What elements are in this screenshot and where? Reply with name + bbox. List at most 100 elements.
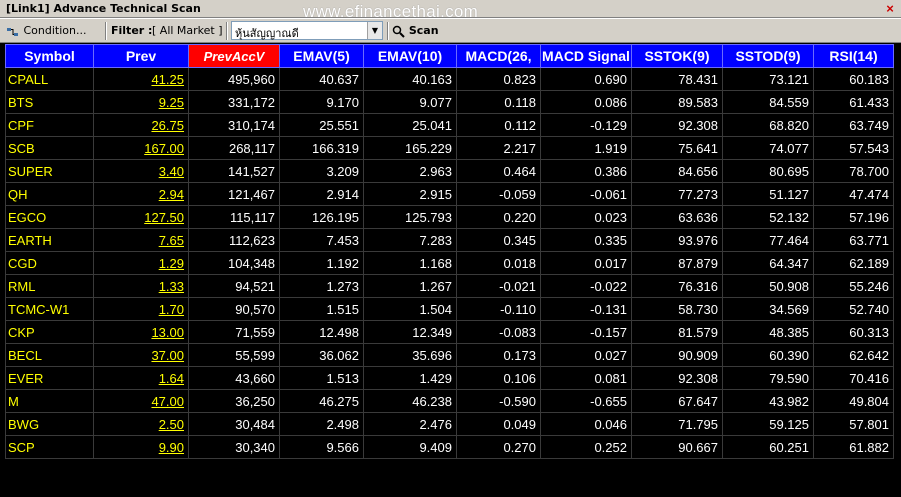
cell-prev[interactable]: 167.00: [93, 136, 189, 160]
cell-prev[interactable]: 9.25: [93, 90, 189, 114]
cell-sstok9: 90.909: [631, 343, 723, 367]
cell-emav5: 9.170: [279, 90, 364, 114]
col-macd[interactable]: MACD(26,: [456, 44, 541, 68]
cell-prev[interactable]: 127.50: [93, 205, 189, 229]
cell-rsi14: 57.196: [813, 205, 894, 229]
table-row[interactable]: CPF 26.75 310,174 25.551 25.041 0.112 -0.129 92…: [5, 113, 894, 137]
col-symbol[interactable]: Symbol: [5, 44, 94, 68]
cell-prev[interactable]: 26.75: [93, 113, 189, 137]
table-row[interactable]: EARTH 7.65 112,623 7.453 7.283 0.345 0.335 93.9…: [5, 228, 894, 252]
col-emav5[interactable]: EMAV(5): [279, 44, 364, 68]
cell-prev[interactable]: 2.50: [93, 412, 189, 436]
cell-symbol: M: [5, 389, 94, 413]
cell-macd-signal: -0.655: [540, 389, 632, 413]
cell-prev[interactable]: 13.00: [93, 320, 189, 344]
cell-emav5: 12.498: [279, 320, 364, 344]
cell-macd: -0.059: [456, 182, 541, 206]
cell-rsi14: 61.882: [813, 435, 894, 459]
scan-button[interactable]: Scan: [392, 21, 439, 41]
col-macd-signal[interactable]: MACD Signal: [540, 44, 632, 68]
cell-prev[interactable]: 41.25: [93, 67, 189, 91]
toolbar-separator: [105, 22, 107, 40]
cell-prev-acc-vol: 36,250: [188, 389, 280, 413]
scan-results-table: Symbol Prev PrevAccV EMAV(5) EMAV(10) MA…: [5, 44, 894, 459]
cell-prev[interactable]: 2.94: [93, 182, 189, 206]
cell-emav10: 2.476: [363, 412, 457, 436]
table-row[interactable]: CPALL 41.25 495,960 40.637 40.163 0.823 0.690 7…: [5, 67, 894, 91]
cell-emav5: 1.513: [279, 366, 364, 390]
cell-prev[interactable]: 3.40: [93, 159, 189, 183]
cell-symbol: CGD: [5, 251, 94, 275]
cell-macd-signal: 0.046: [540, 412, 632, 436]
cell-sstok9: 92.308: [631, 366, 723, 390]
cell-sstok9: 87.879: [631, 251, 723, 275]
table-row[interactable]: BECL 37.00 55,599 36.062 35.696 0.173 0.027 90.…: [5, 343, 894, 367]
cell-prev[interactable]: 47.00: [93, 389, 189, 413]
col-rsi14[interactable]: RSI(14): [813, 44, 894, 68]
col-prev[interactable]: Prev: [93, 44, 189, 68]
table-row[interactable]: M 47.00 36,250 46.275 46.238 -0.590 -0.655 67.6…: [5, 389, 894, 413]
col-prev-acc-vol[interactable]: PrevAccV: [188, 44, 280, 68]
cell-emav5: 3.209: [279, 159, 364, 183]
table-row[interactable]: TCMC-W1 1.70 90,570 1.515 1.504 -0.110 -0.131 5…: [5, 297, 894, 321]
condition-button[interactable]: Condition...: [6, 21, 86, 41]
cell-prev[interactable]: 9.90: [93, 435, 189, 459]
cell-prev-acc-vol: 30,484: [188, 412, 280, 436]
cell-sstok9: 76.316: [631, 274, 723, 298]
table-row[interactable]: CGD 1.29 104,348 1.192 1.168 0.018 0.017 87.879…: [5, 251, 894, 275]
cell-prev[interactable]: 1.33: [93, 274, 189, 298]
cell-emav10: 1.267: [363, 274, 457, 298]
cell-symbol: CPF: [5, 113, 94, 137]
col-sstok9[interactable]: SSTOK(9): [631, 44, 723, 68]
cell-sstok9: 63.636: [631, 205, 723, 229]
cell-macd-signal: -0.131: [540, 297, 632, 321]
cell-emav5: 9.566: [279, 435, 364, 459]
table-row[interactable]: SUPER 3.40 141,527 3.209 2.963 0.464 0.386 84.6…: [5, 159, 894, 183]
cell-emav5: 2.498: [279, 412, 364, 436]
cell-sstok9: 77.273: [631, 182, 723, 206]
col-sstod9[interactable]: SSTOD(9): [722, 44, 814, 68]
table-row[interactable]: BTS 9.25 331,172 9.170 9.077 0.118 0.086 89.583…: [5, 90, 894, 114]
chevron-down-icon[interactable]: ▼: [367, 22, 382, 39]
cell-emav10: 40.163: [363, 67, 457, 91]
table-row[interactable]: SCB 167.00 268,117 166.319 165.229 2.217 1.919…: [5, 136, 894, 160]
scan-preset-value: หุ้นสัญญาณดี: [235, 27, 299, 40]
scan-label: Scan: [408, 24, 439, 37]
table-row[interactable]: CKP 13.00 71,559 12.498 12.349 -0.083 -0.157 81…: [5, 320, 894, 344]
filter-label: Filter :: [111, 24, 153, 37]
cell-sstok9: 90.667: [631, 435, 723, 459]
cell-symbol: CKP: [5, 320, 94, 344]
cell-prev-acc-vol: 90,570: [188, 297, 280, 321]
cell-prev-acc-vol: 115,117: [188, 205, 280, 229]
filter-value[interactable]: [ All Market ]: [152, 21, 223, 41]
cell-rsi14: 52.740: [813, 297, 894, 321]
table-row[interactable]: EVER 1.64 43,660 1.513 1.429 0.106 0.081 92.308…: [5, 366, 894, 390]
cell-sstod9: 64.347: [722, 251, 814, 275]
cell-prev[interactable]: 1.70: [93, 297, 189, 321]
cell-prev[interactable]: 7.65: [93, 228, 189, 252]
cell-sstok9: 58.730: [631, 297, 723, 321]
cell-prev-acc-vol: 495,960: [188, 67, 280, 91]
cell-sstod9: 60.390: [722, 343, 814, 367]
cell-sstod9: 51.127: [722, 182, 814, 206]
table-row[interactable]: BWG 2.50 30,484 2.498 2.476 0.049 0.046 71.795 5…: [5, 412, 894, 436]
cell-prev[interactable]: 37.00: [93, 343, 189, 367]
cell-emav10: 25.041: [363, 113, 457, 137]
cell-rsi14: 70.416: [813, 366, 894, 390]
table-row[interactable]: SCP 9.90 30,340 9.566 9.409 0.270 0.252 90.667 6…: [5, 435, 894, 459]
table-row[interactable]: QH 2.94 121,467 2.914 2.915 -0.059 -0.061 77.27…: [5, 182, 894, 206]
cell-sstok9: 84.656: [631, 159, 723, 183]
cell-macd-signal: 0.335: [540, 228, 632, 252]
scan-preset-select[interactable]: หุ้นสัญญาณดี ▼: [231, 21, 383, 40]
cell-prev-acc-vol: 141,527: [188, 159, 280, 183]
close-icon[interactable]: ×: [883, 2, 897, 15]
cell-prev[interactable]: 1.64: [93, 366, 189, 390]
col-emav10[interactable]: EMAV(10): [363, 44, 457, 68]
cell-macd: -0.110: [456, 297, 541, 321]
cell-emav5: 1.515: [279, 297, 364, 321]
table-row[interactable]: RML 1.33 94,521 1.273 1.267 -0.021 -0.022 76.31…: [5, 274, 894, 298]
cell-sstok9: 67.647: [631, 389, 723, 413]
cell-prev[interactable]: 1.29: [93, 251, 189, 275]
cell-macd-signal: 0.690: [540, 67, 632, 91]
table-row[interactable]: EGCO 127.50 115,117 126.195 125.793 0.220 0.02…: [5, 205, 894, 229]
